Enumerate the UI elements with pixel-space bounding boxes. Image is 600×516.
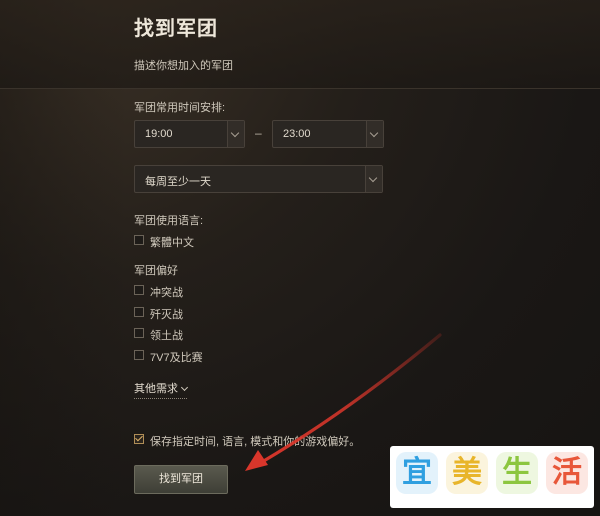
watermark-char: 宜 (396, 452, 438, 494)
watermark-logo: 宜 美 生 活 (390, 446, 594, 508)
watermark-char: 活 (546, 452, 588, 494)
watermark-char: 生 (496, 452, 538, 494)
red-arrow-icon (245, 333, 442, 471)
watermark-char: 美 (446, 452, 488, 494)
